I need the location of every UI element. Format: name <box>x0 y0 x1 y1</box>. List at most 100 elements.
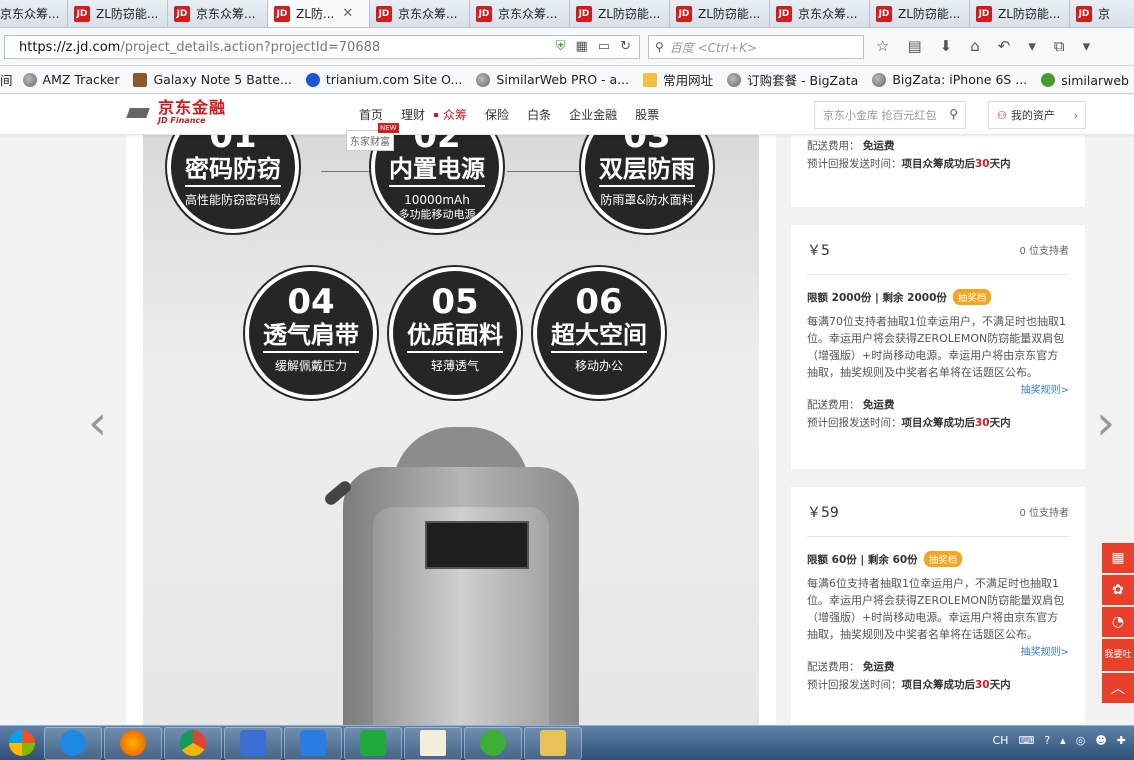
bookmark-item[interactable]: BigZata: iPhone 6S ... <box>872 72 1027 87</box>
bookmark-item[interactable]: SimilarWeb PRO - a... <box>476 72 629 87</box>
browser-tab[interactable]: JD ZL防窃能... <box>970 0 1070 27</box>
shipping-info: 配送费用： 免运费 <box>807 140 895 152</box>
tab-label: ZL防窃能... <box>698 7 761 21</box>
feature-badge: 04 透气肩带 缓解佩戴压力 <box>245 267 377 399</box>
volume-icon[interactable]: ✚ <box>1117 734 1126 747</box>
jd-favicon-icon: JD <box>876 5 892 22</box>
browser-tab-active[interactable]: JD ZL防... ✕ <box>268 0 370 27</box>
taskbar-contacts[interactable] <box>224 726 282 760</box>
nav-stocks[interactable]: 股票 <box>626 95 668 135</box>
input-language[interactable]: CH <box>992 734 1008 747</box>
bookmark-item[interactable]: 常用网址 <box>643 70 713 89</box>
taskbar-document[interactable] <box>404 726 462 760</box>
reward-price-row: ￥59 0 位支持者 <box>807 487 1069 537</box>
qq-icon[interactable]: ☻ <box>1095 734 1106 747</box>
nav-baitiao[interactable]: 白条 <box>518 95 560 135</box>
taskbar-ie[interactable] <box>44 726 102 760</box>
bookmark-item[interactable]: Galaxy Note 5 Batte... <box>133 72 292 87</box>
jd-favicon-icon: JD <box>976 5 992 22</box>
browser-tab[interactable]: JD 京东众筹... <box>770 0 870 27</box>
delivery-time: 预计回报发送时间：项目众筹成功后30天内 <box>807 158 1011 170</box>
feedback-button[interactable]: 我要吐 <box>1102 639 1134 671</box>
carousel-next-icon[interactable]: › <box>1096 395 1115 451</box>
gift-icon[interactable]: ✿ <box>1102 575 1134 605</box>
jd-favicon-icon: JD <box>576 5 592 22</box>
product-hero-image: 01 密码防窃 高性能防窃密码锁 02 内置电源 10000mAh 多功能移动电… <box>143 135 759 725</box>
keyboard-icon[interactable]: ⌨ <box>1018 734 1034 747</box>
bookmark-item[interactable]: trianium.com Site O... <box>305 72 462 87</box>
reward-card[interactable]: ￥59 0 位支持者 限额 60份 | 剩余 60份 抽奖档 每满6位支持者抽取1… <box>791 487 1085 725</box>
taskbar-explorer[interactable] <box>524 726 582 760</box>
browser-tab[interactable]: JD ZL防窃能... <box>670 0 770 27</box>
qr-code-button[interactable]: ▦ <box>1102 543 1134 573</box>
taskbar-wechat[interactable] <box>464 726 522 760</box>
back-to-top-button[interactable]: ︿ <box>1102 673 1134 703</box>
bookmark-label: SimilarWeb PRO - a... <box>496 72 630 87</box>
new-feature-flag[interactable]: NEW 东家财富 <box>346 123 399 151</box>
qr-code-icon[interactable]: ▦ <box>576 39 588 54</box>
chevron-down-icon[interactable]: ▾ <box>1083 37 1091 55</box>
help-icon[interactable]: ? <box>1044 734 1050 747</box>
feature-title: 透气肩带 <box>263 321 359 353</box>
bookmark-item[interactable]: AMZ Tracker <box>22 72 120 87</box>
browser-tab[interactable]: JD 京东众筹... <box>168 0 268 27</box>
taskbar-firefox[interactable] <box>104 726 162 760</box>
nav-insurance[interactable]: 保险 <box>476 95 518 135</box>
service-icon[interactable]: ◔ <box>1102 607 1134 637</box>
search-icon[interactable]: ⚲ <box>949 107 958 121</box>
bookmark-fragment[interactable]: 间 <box>0 70 13 89</box>
star-icon[interactable]: ☆ <box>876 37 889 55</box>
close-tab-icon[interactable]: ✕ <box>342 6 353 21</box>
chevron-up-icon[interactable]: ▴ <box>1060 734 1066 747</box>
browser-tab[interactable]: JD ZL防窃能... <box>68 0 168 27</box>
carousel-prev-icon[interactable]: ‹ <box>88 395 107 451</box>
taskbar-chrome[interactable] <box>164 726 222 760</box>
supporter-count: 0 位支持者 <box>1019 246 1069 257</box>
crop-icon[interactable]: ⧉ <box>1054 37 1065 55</box>
feature-badge: 01 密码防窃 高性能防窃密码锁 <box>167 135 299 233</box>
browser-tab[interactable]: JD 京东众筹... <box>470 0 570 27</box>
tab-label: ZL防窃能... <box>998 7 1061 21</box>
browser-tab[interactable]: JD 京 <box>1070 0 1134 27</box>
user-icon: ⚇ <box>997 108 1007 122</box>
jd-finance-logo[interactable]: 京东金融 JD Finance <box>126 99 226 126</box>
browser-tab[interactable]: JD 京东众筹... <box>370 0 470 27</box>
browser-tab[interactable]: JD ZL防窃能... <box>870 0 970 27</box>
reward-quota: 限额 60份 | 剩余 60份 抽奖档 <box>807 551 1069 567</box>
network-icon[interactable]: ◎ <box>1076 734 1086 747</box>
lottery-rules-link[interactable]: 抽奖规则> <box>807 643 1069 658</box>
taskbar-wps-sheets[interactable] <box>344 726 402 760</box>
refresh-icon[interactable]: ↻ <box>620 39 631 54</box>
nav-crowdfunding[interactable]: 众筹 <box>434 95 476 135</box>
reading-list-icon[interactable]: ▤ <box>907 37 921 55</box>
lottery-rules-link[interactable]: 抽奖规则> <box>807 381 1069 396</box>
browser-tab[interactable]: JD ZL防窃能... <box>570 0 670 27</box>
wps-writer-icon <box>300 730 326 756</box>
shipping-info: 配送费用： 免运费 <box>807 399 895 411</box>
folder-icon <box>540 730 566 756</box>
bookmark-item[interactable]: 订购套餐 - BigZata <box>727 70 858 89</box>
jd-search-input[interactable]: 京东小金库 抢百元红包 ⚲ <box>814 101 966 129</box>
address-bar[interactable]: https://z.jd.com/project_details.action?… <box>4 35 640 59</box>
download-icon[interactable]: ⬇ <box>940 37 953 55</box>
browser-search-input[interactable]: ⚲ 百度 <Ctrl+K> <box>648 35 864 59</box>
shield-icon[interactable]: ⛨ <box>556 39 566 54</box>
firefox-icon <box>120 730 146 756</box>
tab-label: 京东众筹... <box>498 7 558 21</box>
nav-enterprise[interactable]: 企业金融 <box>560 95 626 135</box>
reward-card[interactable]: ￥5 0 位支持者 限额 2000份 | 剩余 2000份 抽奖档 每满70位支持… <box>791 225 1085 469</box>
browser-tab[interactable]: 京东众筹... <box>0 0 68 27</box>
taskbar-wps-writer[interactable] <box>284 726 342 760</box>
my-assets-button[interactable]: ⚇ 我的资产 › <box>988 101 1086 129</box>
home-icon[interactable]: ⌂ <box>970 37 980 55</box>
web-page: 01 密码防窃 高性能防窃密码锁 02 内置电源 10000mAh 多功能移动电… <box>0 95 1134 725</box>
back-icon[interactable]: ↶ <box>998 37 1011 55</box>
chevron-down-icon[interactable]: ▾ <box>1028 37 1036 55</box>
jd-favicon-icon: JD <box>376 5 392 22</box>
tab-label: ZL防窃能... <box>96 7 159 21</box>
start-button[interactable] <box>2 727 42 760</box>
bookmark-item[interactable]: similarweb（付费版... <box>1041 70 1134 89</box>
reader-mode-icon[interactable]: ▭ <box>598 39 610 54</box>
bookmark-label: AMZ Tracker <box>42 72 120 87</box>
letter-a-icon <box>305 72 320 87</box>
